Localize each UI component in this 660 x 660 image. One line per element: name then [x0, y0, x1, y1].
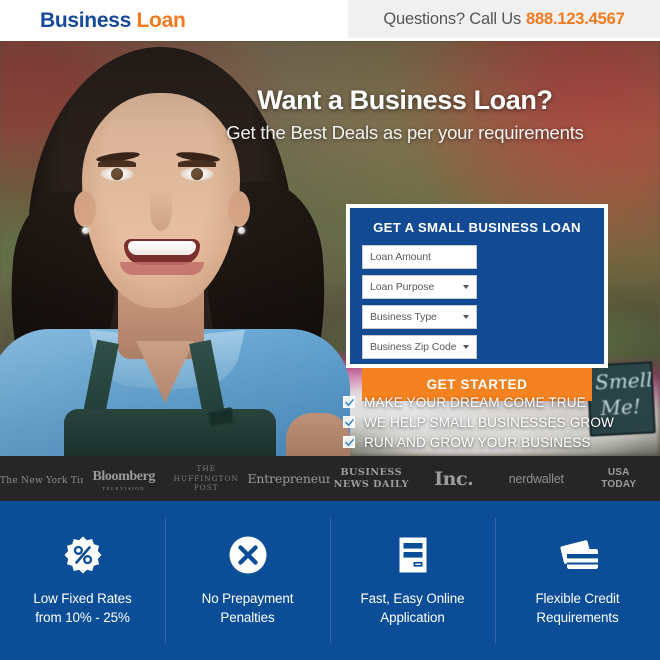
- feature-flexible-credit-requirements: Flexible Credit Requirements: [495, 501, 660, 660]
- chevron-down-icon: [463, 315, 469, 319]
- lead-capture-form: GET A SMALL BUSINESS LOAN Loan Amount Lo…: [346, 204, 608, 401]
- circle-x-icon: [228, 534, 268, 576]
- site-header: Business Loan Questions? Call Us 888.123…: [0, 0, 660, 41]
- feature-low-fixed-rates: Low Fixed Rates from 10% - 25%: [0, 501, 165, 660]
- press-logo-usa-today: USA TODAY: [601, 467, 637, 490]
- landing-page: Business Loan Questions? Call Us 888.123…: [0, 0, 660, 660]
- benefit-item: RUN AND GROW YOUR BUSINESS: [343, 433, 614, 451]
- questions-label: Questions? Call Us: [383, 9, 522, 28]
- press-logo-bloomberg: Bloomberg TELEVISION: [92, 468, 155, 491]
- press-logo-inc: Inc.: [434, 467, 474, 490]
- field-loan-purpose[interactable]: Loan Purpose: [362, 275, 477, 299]
- press-logo-nerdwallet: nerdwallet: [508, 471, 564, 486]
- field-business-type[interactable]: Business Type: [362, 305, 477, 329]
- form-title: GET A SMALL BUSINESS LOAN: [373, 220, 581, 235]
- press-logo-business-news-daily: BUSINESS NEWS DAILY: [333, 466, 409, 490]
- field-business-zip-code[interactable]: Business Zip Code: [362, 335, 477, 359]
- benefit-item: WE HELP SMALL BUSINESSES GROW: [343, 413, 614, 431]
- checkmark-icon: [343, 396, 355, 408]
- field-loan-amount[interactable]: Loan Amount: [362, 245, 477, 269]
- press-logo-entrepreneur: Entrepreneur: [247, 470, 331, 486]
- percent-badge-icon: [63, 534, 103, 576]
- feature-fast-easy-online-application: Fast, Easy Online Application: [330, 501, 495, 660]
- loan-purpose-placeholder: Loan Purpose: [370, 281, 435, 293]
- benefit-item: MAKE YOUR DREAM COME TRUE: [343, 393, 614, 411]
- feature-label: Fast, Easy Online Application: [360, 591, 465, 626]
- features-bar: Low Fixed Rates from 10% - 25% No Prepay…: [0, 501, 660, 660]
- loan-amount-placeholder: Loan Amount: [370, 251, 431, 263]
- chevron-down-icon: [463, 345, 469, 349]
- logo-word-loan: Loan: [136, 9, 186, 32]
- feature-no-prepayment-penalties: No Prepayment Penalties: [165, 501, 330, 660]
- phone-number[interactable]: 888.123.4567: [526, 10, 625, 29]
- benefits-list: MAKE YOUR DREAM COME TRUE WE HELP SMALL …: [343, 393, 614, 453]
- press-logo-huffington-post: THE HUFFINGTON POST: [173, 463, 239, 493]
- credit-cards-icon: [554, 534, 602, 576]
- site-logo[interactable]: Business Loan: [40, 9, 186, 33]
- benefit-label: WE HELP SMALL BUSINESSES GROW: [364, 414, 614, 430]
- benefit-label: RUN AND GROW YOUR BUSINESS: [364, 434, 591, 450]
- feature-label: No Prepayment Penalties: [201, 591, 294, 626]
- logo-word-business: Business: [40, 9, 131, 32]
- phone-bar: Questions? Call Us 888.123.4567: [348, 0, 660, 38]
- online-form-icon: [393, 534, 433, 576]
- benefit-label: MAKE YOUR DREAM COME TRUE: [364, 394, 586, 410]
- press-logo-strip: The New York Times Bloomberg TELEVISION …: [0, 456, 660, 501]
- business-type-placeholder: Business Type: [370, 311, 437, 323]
- checkmark-icon: [343, 436, 355, 448]
- form-fields: Loan Amount Loan Purpose Business Type B…: [350, 235, 604, 359]
- hero-section: Smell Me!: [0, 41, 660, 456]
- chevron-down-icon: [463, 285, 469, 289]
- checkmark-icon: [343, 416, 355, 428]
- feature-label: Flexible Credit Requirements: [535, 591, 620, 626]
- feature-label: Low Fixed Rates from 10% - 25%: [33, 591, 132, 626]
- press-logo-nyt: The New York Times: [0, 475, 83, 486]
- business-zip-placeholder: Business Zip Code: [370, 341, 457, 353]
